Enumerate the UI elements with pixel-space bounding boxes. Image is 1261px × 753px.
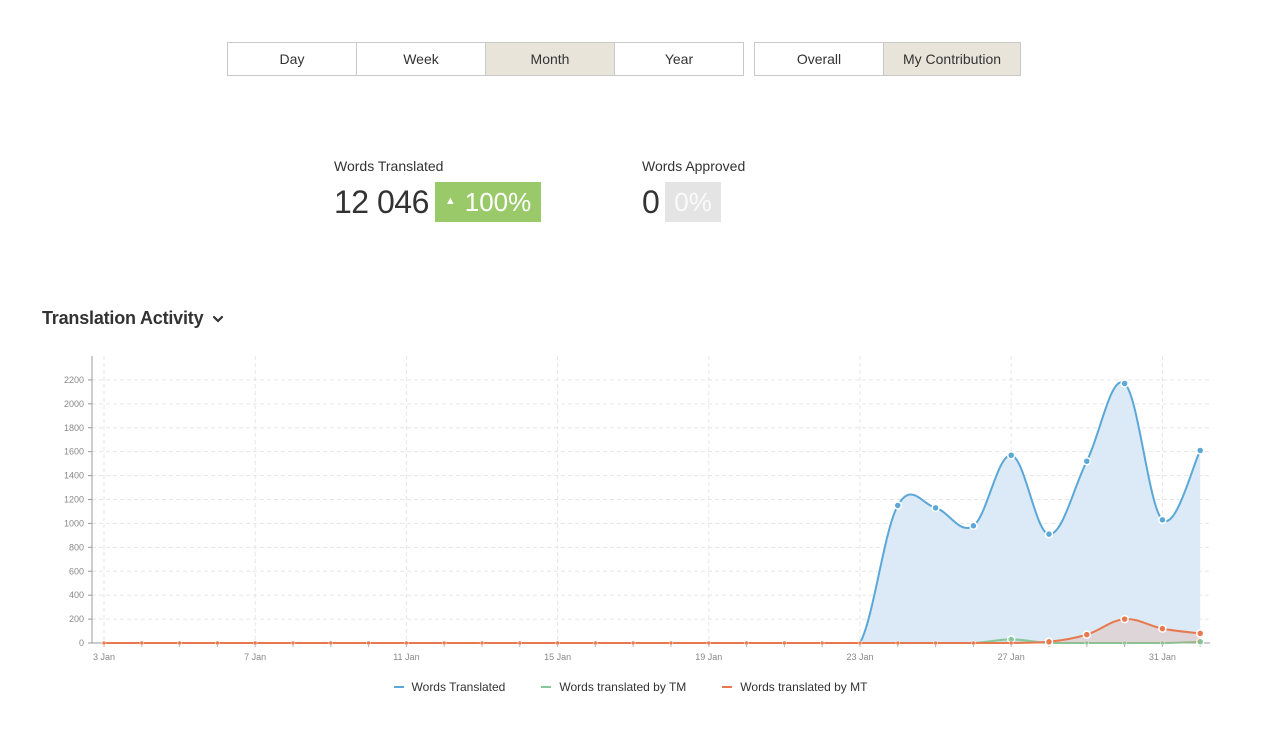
legend-label: Words translated by TM (559, 680, 687, 694)
arrow-up-icon: ▲ (444, 195, 456, 207)
x-tick-label: 23 Jan (846, 652, 873, 662)
period-selector: Day Week Month Year (227, 42, 744, 76)
words-approved-label: Words Approved (642, 158, 746, 174)
data-point (706, 640, 712, 646)
data-point (1044, 529, 1054, 539)
data-point (895, 640, 901, 646)
y-tick-label: 0 (79, 638, 84, 648)
data-point (971, 640, 976, 646)
data-point (366, 640, 371, 646)
x-tick-label: 19 Jan (695, 652, 722, 662)
data-point (893, 501, 903, 510)
data-point (404, 640, 409, 646)
data-point (1120, 379, 1129, 388)
translation-activity-dropdown[interactable]: Translation Activity (42, 308, 224, 329)
data-point (479, 640, 485, 646)
data-point (969, 521, 978, 531)
legend-item-translated-by-tm[interactable]: Words translated by TM (541, 680, 686, 694)
month-button[interactable]: Month (486, 42, 615, 76)
words-translated-change: 100% (464, 186, 532, 217)
x-tick-label: 3 Jan (93, 652, 115, 662)
words-translated-change-badge: ▲ 100% (434, 182, 542, 222)
data-point (252, 640, 258, 646)
overall-button[interactable]: Overall (754, 42, 884, 76)
data-point (931, 503, 940, 513)
data-point (1120, 614, 1129, 624)
y-tick-label: 2000 (64, 399, 84, 409)
data-point (1158, 624, 1167, 633)
data-point (101, 640, 107, 646)
data-point (1082, 456, 1092, 466)
x-tick-label: 7 Jan (244, 652, 266, 662)
data-point (441, 640, 447, 646)
data-point (1006, 451, 1016, 460)
my-contribution-button[interactable]: My Contribution (884, 42, 1021, 76)
data-point (215, 640, 220, 646)
legend-swatch (541, 686, 552, 688)
x-tick-label: 31 Jan (1149, 652, 1176, 662)
y-tick-label: 400 (69, 590, 84, 600)
week-button[interactable]: Week (357, 42, 486, 76)
day-button[interactable]: Day (227, 42, 357, 76)
data-point (177, 640, 182, 646)
words-approved-stat: Words Approved 0 0% (642, 158, 745, 222)
data-point (744, 640, 749, 646)
y-tick-label: 600 (69, 566, 84, 576)
legend-item-translated-by-mt[interactable]: Words translated by MT (722, 680, 867, 694)
data-point (1195, 446, 1205, 455)
scope-selector: Overall My Contribution (754, 42, 1021, 76)
x-tick-label: 27 Jan (998, 652, 1025, 662)
data-point (1008, 640, 1014, 646)
words-approved-value: 0 (642, 183, 660, 220)
data-point (1158, 515, 1167, 525)
legend-item-words-translated[interactable]: Words Translated (393, 680, 506, 694)
year-button[interactable]: Year (615, 42, 744, 76)
data-point (782, 640, 787, 646)
data-point (517, 640, 523, 646)
words-approved-change-badge: 0% (665, 182, 721, 222)
y-tick-label: 1800 (64, 423, 84, 433)
y-tick-label: 1600 (64, 447, 84, 457)
x-tick-label: 15 Jan (544, 652, 571, 662)
legend-swatch (393, 686, 404, 688)
data-point (1082, 630, 1092, 639)
y-tick-label: 2200 (64, 375, 84, 385)
y-tick-label: 1000 (64, 518, 84, 528)
data-point (139, 640, 145, 646)
y-tick-label: 800 (69, 542, 84, 552)
data-point (630, 640, 636, 646)
data-point (290, 640, 296, 646)
legend-swatch (722, 686, 733, 688)
y-tick-label: 1400 (64, 471, 84, 481)
data-point (819, 640, 825, 646)
words-translated-stat: Words Translated 12 046 ▲ 100% (334, 158, 542, 222)
words-approved-change: 0% (674, 186, 712, 217)
data-point (1195, 629, 1205, 638)
data-point (668, 640, 674, 646)
data-point (555, 640, 560, 646)
y-tick-label: 1200 (64, 495, 84, 505)
data-point (1044, 637, 1054, 647)
translation-activity-chart: 0 200 400 600 800 1000 1200 1400 1600 1800 2000 220… (64, 356, 1210, 662)
chevron-down-icon (213, 315, 224, 323)
x-tick-label: 11 Jan (393, 652, 419, 662)
data-point (933, 640, 938, 646)
data-point (593, 640, 598, 646)
words-translated-value: 12 046 (334, 183, 429, 220)
words-translated-label: Words Translated (334, 158, 444, 174)
legend-label: Words translated by MT (740, 680, 868, 694)
data-point (328, 640, 334, 646)
chart-legend: Words Translated Words translated by TM … (0, 680, 1261, 694)
y-tick-label: 200 (69, 614, 84, 624)
legend-label: Words Translated (411, 680, 506, 694)
data-point (857, 640, 863, 646)
section-title: Translation Activity (42, 308, 204, 328)
